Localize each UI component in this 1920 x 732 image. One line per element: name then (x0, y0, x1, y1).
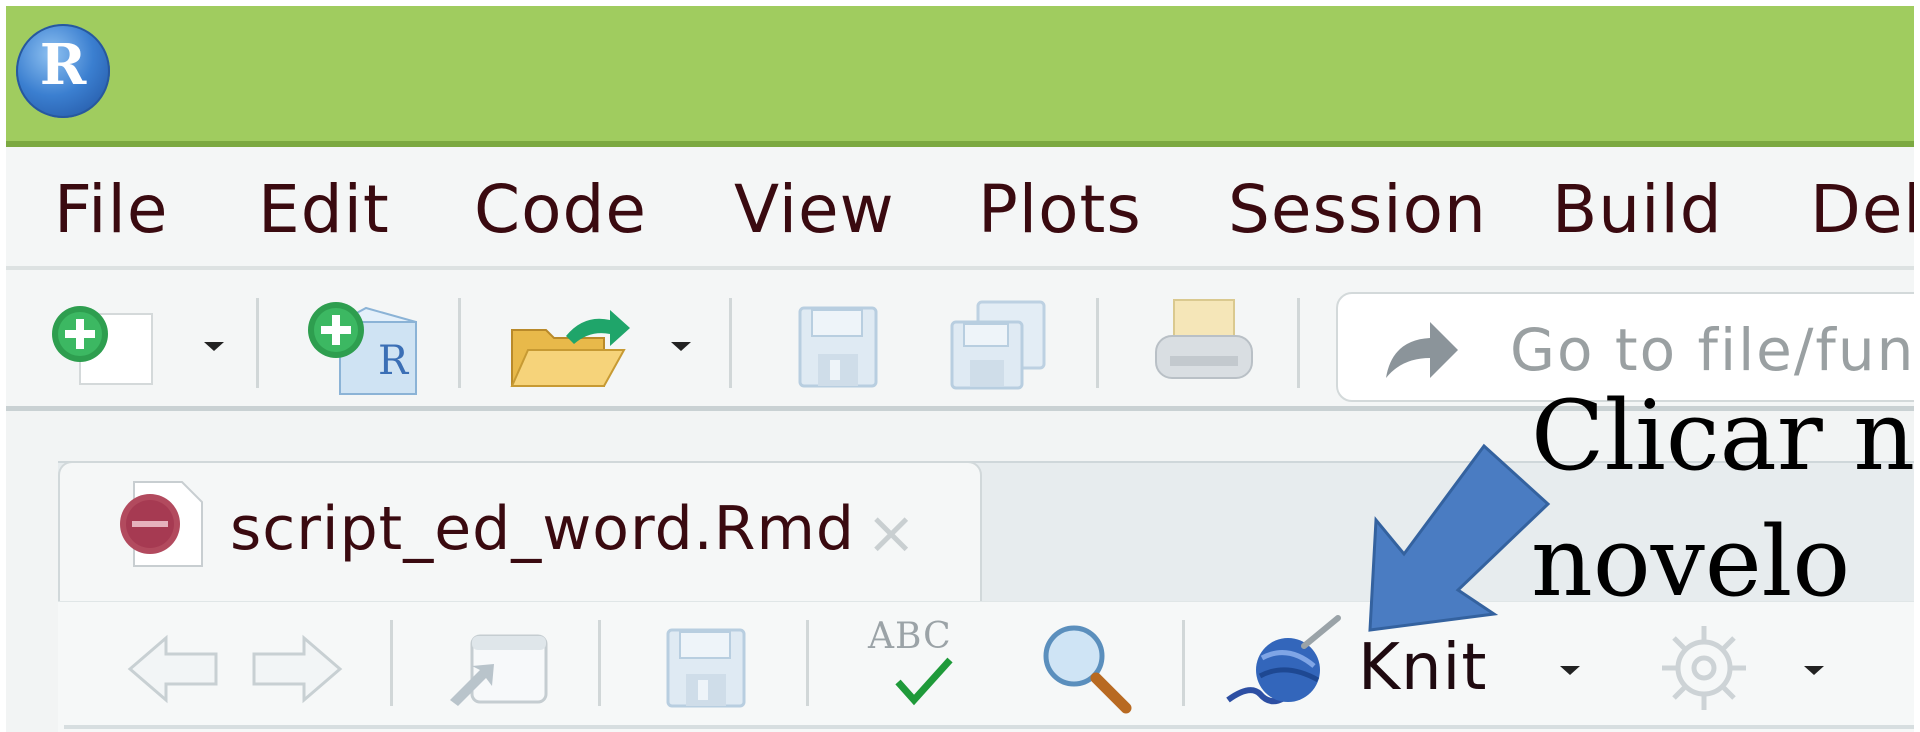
menu-debug[interactable]: Deb (1810, 177, 1914, 243)
annotation-arrow (1368, 443, 1551, 632)
print-icon[interactable] (1152, 296, 1256, 388)
toolbar-separator (598, 620, 601, 706)
spell-check-icon[interactable]: ABC (864, 616, 974, 708)
r-logo-icon: R (16, 24, 110, 118)
editor-toolbar-border (64, 725, 1914, 729)
save-icon[interactable] (798, 306, 878, 388)
gear-icon[interactable] (1656, 620, 1752, 716)
yarn-ball-icon (1226, 615, 1341, 705)
save-all-icon[interactable] (950, 300, 1050, 390)
toolbar-separator (806, 620, 809, 706)
knit-label: Knit (1358, 631, 1488, 705)
new-file-dropdown-icon[interactable] (204, 342, 224, 351)
back-arrow-icon[interactable] (126, 634, 220, 704)
toolbar-separator (458, 298, 461, 388)
menu-session[interactable]: Session (1228, 177, 1487, 243)
title-bar (6, 6, 1914, 141)
checkmark-icon (895, 657, 953, 706)
toolbar-separator (390, 620, 393, 706)
rstudio-window: R File Edit Code View Plots Session Buil… (6, 6, 1914, 732)
open-folder-icon[interactable] (506, 306, 636, 394)
toolbar-separator (1182, 620, 1185, 706)
new-file-icon[interactable] (50, 304, 160, 388)
tab-close-icon[interactable]: × (866, 498, 916, 568)
find-replace-icon[interactable] (1038, 620, 1134, 716)
toolbar-separator (729, 298, 732, 388)
open-file-dropdown-icon[interactable] (671, 342, 691, 351)
svg-text:R: R (378, 338, 410, 384)
r-logo-letter: R (39, 32, 87, 98)
editor-save-icon[interactable] (666, 628, 746, 708)
show-in-new-window-icon[interactable] (446, 626, 550, 708)
new-project-icon[interactable]: R (306, 300, 426, 400)
annotation-line-2: novelo (1531, 506, 1851, 618)
toolbar-separator (256, 298, 259, 388)
menu-file[interactable]: File (54, 177, 168, 243)
knit-dropdown-icon[interactable] (1560, 666, 1580, 675)
rmarkdown-file-icon (120, 481, 203, 567)
menu-bar: File Edit Code View Plots Session Build … (6, 147, 1914, 269)
menu-edit[interactable]: Edit (258, 177, 390, 243)
menu-view[interactable]: View (734, 177, 895, 243)
menu-code[interactable]: Code (474, 177, 647, 243)
menu-build[interactable]: Build (1552, 177, 1723, 243)
spell-check-abc: ABC (868, 616, 952, 657)
gear-dropdown-icon[interactable] (1804, 666, 1824, 675)
go-to-arrow-icon (1386, 322, 1458, 378)
go-to-file-placeholder: Go to file/fun (1510, 316, 1914, 384)
annotation-line-1: Clicar no (1531, 380, 1914, 492)
forward-arrow-icon[interactable] (250, 634, 344, 704)
menu-plots[interactable]: Plots (978, 177, 1142, 243)
tab-label: script_ed_word.Rmd (230, 494, 855, 564)
toolbar-separator (1096, 298, 1099, 388)
toolbar-separator (1297, 298, 1300, 388)
